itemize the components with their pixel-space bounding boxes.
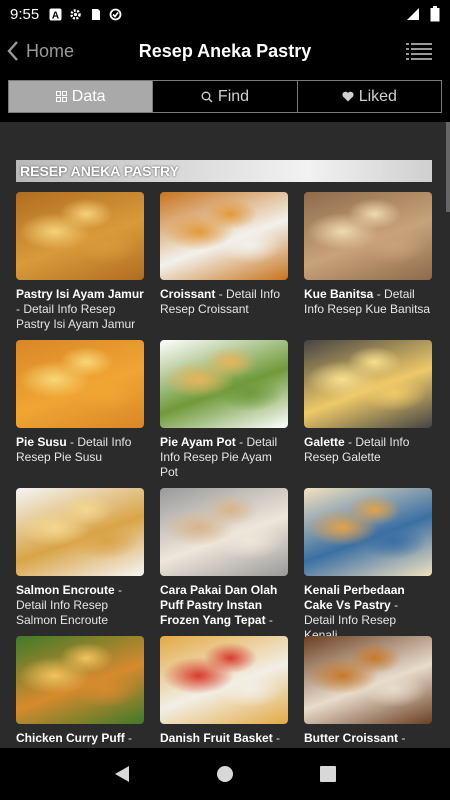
recipe-card[interactable]: Chicken Curry Puff - Detail Info Resep — [16, 636, 144, 748]
notification-icons: A — [49, 8, 122, 21]
sync-icon — [109, 8, 122, 20]
settings-icon — [70, 8, 81, 20]
recipe-card[interactable]: Butter Croissant - Detail Info Resep But… — [304, 636, 432, 748]
a-notification-icon: A — [49, 8, 62, 21]
recipe-photo — [304, 340, 432, 428]
back-home-button[interactable]: Home — [0, 40, 120, 62]
recipe-caption: Salmon Encroute - Detail Info Resep Salm… — [16, 583, 144, 628]
recipe-card[interactable]: Kenali Perbedaan Cake Vs Pastry - Detail… — [304, 488, 432, 643]
recipe-desc: - Detail Info Resep Pastry Isi Ayam Jamu… — [16, 302, 136, 331]
recipe-name: Pastry Isi Ayam Jamur — [16, 287, 144, 301]
recipe-photo — [16, 192, 144, 280]
recipe-caption: Pastry Isi Ayam Jamur - Detail Info Rese… — [16, 287, 144, 332]
recipe-photo — [304, 488, 432, 576]
battery-icon — [430, 6, 440, 22]
recipe-name: Kenali Perbedaan Cake Vs Pastry — [304, 583, 405, 612]
recipe-name: Salmon Encroute — [16, 583, 115, 597]
back-icon — [114, 766, 129, 782]
recipe-name: Kue Banitsa — [304, 287, 374, 301]
tab-liked[interactable]: Liked — [297, 81, 441, 112]
recipe-photo — [16, 636, 144, 724]
back-label: Home — [26, 40, 75, 61]
nav-home-button[interactable] — [215, 764, 235, 784]
section-title: RESEP ANEKA PASTRY — [16, 160, 432, 182]
recipe-card[interactable]: Pie Ayam Pot - Detail Info Resep Pie Aya… — [160, 340, 288, 480]
recipe-photo — [16, 340, 144, 428]
recipe-list-panel[interactable]: RESEP ANEKA PASTRY Pastry Isi Ayam Jamur… — [0, 122, 450, 748]
recipe-name: Croissant — [160, 287, 216, 301]
signal-icon — [407, 8, 419, 20]
tab-find[interactable]: Find — [153, 81, 298, 112]
recipe-caption: Chicken Curry Puff - Detail Info Resep — [16, 731, 144, 748]
recipe-photo — [304, 636, 432, 724]
recents-icon — [320, 766, 337, 782]
recipe-caption: Danish Fruit Basket - Detail Info Resep — [160, 731, 288, 748]
search-icon — [201, 91, 213, 102]
tab-data[interactable]: Data — [9, 81, 154, 112]
recipe-caption: Galette - Detail Info Resep Galette — [304, 435, 432, 465]
home-icon — [216, 766, 233, 782]
recipe-card[interactable]: Pie Susu - Detail Info Resep Pie Susu — [16, 340, 144, 465]
recipe-name: Pie Ayam Pot — [160, 435, 236, 449]
system-nav-bar — [0, 748, 450, 800]
recipe-photo — [160, 636, 288, 724]
recipe-card[interactable]: Salmon Encroute - Detail Info Resep Salm… — [16, 488, 144, 628]
recipe-photo — [160, 488, 288, 576]
recipe-name: Pie Susu — [16, 435, 67, 449]
recipe-card[interactable]: Pastry Isi Ayam Jamur - Detail Info Rese… — [16, 192, 144, 332]
sd-card-icon — [92, 8, 101, 20]
tab-data-label: Data — [71, 87, 106, 105]
recipe-name: Butter Croissant — [304, 731, 399, 745]
tab-find-label: Find — [217, 87, 250, 105]
recipe-card[interactable]: Cara Pakai Dan Olah Puff Pastry Instan F… — [160, 488, 288, 628]
grid-icon — [55, 91, 67, 102]
recipe-card[interactable]: Galette - Detail Info Resep Galette — [304, 340, 432, 465]
recipe-name: Danish Fruit Basket — [160, 731, 273, 745]
recipe-caption: Pie Ayam Pot - Detail Info Resep Pie Aya… — [160, 435, 288, 480]
recipe-photo — [160, 192, 288, 280]
recipe-card[interactable]: Croissant - Detail Info Resep Croissant — [160, 192, 288, 317]
recipe-caption: Cara Pakai Dan Olah Puff Pastry Instan F… — [160, 583, 288, 628]
heart-icon — [342, 91, 354, 102]
recipe-name: Galette — [304, 435, 345, 449]
recipe-card[interactable]: Kue Banitsa - Detail Info Resep Kue Bani… — [304, 192, 432, 317]
recipe-caption: Kue Banitsa - Detail Info Resep Kue Bani… — [304, 287, 432, 317]
recipe-card[interactable]: Danish Fruit Basket - Detail Info Resep — [160, 636, 288, 748]
recipe-desc: - — [265, 613, 273, 627]
svg-text:A: A — [52, 10, 59, 21]
app-bar: Home Resep Aneka Pastry — [0, 28, 450, 74]
scrollbar[interactable] — [446, 122, 450, 212]
recipe-photo — [160, 340, 288, 428]
recipe-photo — [16, 488, 144, 576]
recipe-caption: Butter Croissant - Detail Info Resep But… — [304, 731, 432, 748]
status-bar: 9:55 A — [0, 0, 450, 28]
nav-back-button[interactable] — [112, 764, 132, 784]
recipe-name: Cara Pakai Dan Olah Puff Pastry Instan F… — [160, 583, 278, 627]
recipe-name: Chicken Curry Puff — [16, 731, 125, 745]
recipe-caption: Kenali Perbedaan Cake Vs Pastry - Detail… — [304, 583, 432, 643]
tab-liked-label: Liked — [358, 87, 397, 105]
nav-recents-button[interactable] — [318, 764, 338, 784]
chevron-left-icon — [7, 41, 18, 61]
status-time: 9:55 — [10, 5, 40, 23]
list-menu-icon[interactable] — [406, 41, 432, 61]
recipe-caption: Pie Susu - Detail Info Resep Pie Susu — [16, 435, 144, 465]
recipe-photo — [304, 192, 432, 280]
tab-bar: Data Find Liked — [8, 80, 442, 113]
recipe-caption: Croissant - Detail Info Resep Croissant — [160, 287, 288, 317]
